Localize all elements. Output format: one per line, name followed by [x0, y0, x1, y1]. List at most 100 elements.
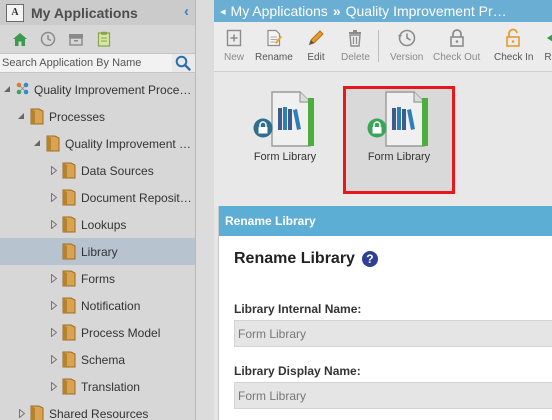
collapsed-toggle-icon[interactable] [50, 193, 58, 203]
collapsed-toggle-icon[interactable] [50, 220, 58, 230]
application-tree: Quality Improvement Proce… Processes Qua… [0, 76, 195, 420]
expanded-toggle-icon[interactable] [3, 85, 11, 95]
rename-library-dialog: Rename Library Rename Library ? Library … [218, 206, 552, 420]
breadcrumb: ◂ My Applications » Quality Improvement … [214, 0, 552, 22]
main-content: ◂ My Applications » Quality Improvement … [214, 0, 552, 420]
tree-item-document-repository[interactable]: Document Reposit… [0, 184, 195, 211]
expanded-toggle-icon[interactable] [33, 139, 41, 149]
folder-icon [62, 162, 76, 179]
tree-item-label: Lookups [81, 217, 127, 232]
tree-item-label: Notification [81, 298, 141, 313]
collapsed-toggle-icon[interactable] [50, 382, 58, 392]
breadcrumb-item-my-applications[interactable]: My Applications [231, 3, 328, 19]
search-input[interactable] [0, 54, 172, 72]
library-document-icon [253, 88, 314, 147]
archive-icon[interactable] [62, 28, 90, 50]
tree-item-library[interactable]: Library [0, 238, 195, 265]
tree-item-label: Document Reposit… [81, 190, 192, 205]
panel-title: My Applications [31, 4, 138, 21]
search-icon[interactable] [172, 53, 194, 73]
folder-icon [62, 243, 76, 260]
folder-icon [62, 324, 76, 341]
back-arrow-icon[interactable]: ◂ [220, 5, 226, 18]
tree-item-label: Processes [49, 109, 106, 124]
tree-item-process-model[interactable]: Process Model [0, 319, 195, 346]
dialog-title: Rename Library [234, 250, 355, 267]
recent-icon[interactable] [34, 28, 62, 50]
library-item-form-library-2[interactable]: Form Library [349, 88, 449, 163]
arrow-icon [543, 27, 552, 49]
folder-icon [62, 378, 76, 395]
collapse-panel-button[interactable]: ‹ [184, 3, 189, 20]
collapsed-toggle-icon[interactable] [50, 301, 58, 311]
collapsed-toggle-icon[interactable] [18, 409, 26, 419]
library-document-icon [367, 88, 428, 147]
tree-item-label: Quality Improvement Proce… [34, 82, 192, 97]
tree-item-schema[interactable]: Schema [0, 346, 195, 373]
breadcrumb-separator: » [332, 3, 341, 19]
rename-button[interactable]: Rename [255, 27, 293, 63]
search-bar [0, 53, 195, 73]
library-item-form-library-1[interactable]: Form Library [235, 88, 335, 163]
clipboard-icon[interactable] [90, 28, 118, 50]
check-in-button-label: Check In [494, 52, 534, 63]
delete-button-label: Delete [341, 52, 370, 63]
display-name-label: Library Display Name: [234, 364, 361, 378]
pencil-icon [307, 27, 325, 49]
check-out-button[interactable]: Check Out [433, 27, 480, 63]
tree-item-quality-improvement[interactable]: Quality Improvement … [0, 130, 195, 157]
folder-icon [62, 351, 76, 368]
tree-item-forms[interactable]: Forms [0, 265, 195, 292]
home-icon[interactable] [6, 28, 34, 50]
tree-item-label: Library [81, 244, 118, 259]
lock-icon [449, 27, 465, 49]
expanded-toggle-icon[interactable] [17, 112, 25, 122]
lock-badge-icon [367, 118, 387, 143]
app-logo-icon: A [6, 3, 24, 22]
collapsed-toggle-icon[interactable] [50, 355, 58, 365]
display-name-field[interactable] [234, 382, 552, 409]
folder-icon [30, 405, 44, 420]
tree-item-processes[interactable]: Processes [0, 103, 195, 130]
collapsed-toggle-icon[interactable] [50, 166, 58, 176]
tree-item-notification[interactable]: Notification [0, 292, 195, 319]
delete-button[interactable]: Delete [341, 27, 370, 63]
collapsed-toggle-icon[interactable] [50, 328, 58, 338]
dialog-title-row: Rename Library ? [234, 250, 378, 268]
version-button-label: Version [390, 52, 424, 63]
new-button[interactable]: New [224, 27, 244, 63]
folder-icon [30, 108, 44, 125]
applications-panel: A My Applications ‹ Quality Improve [0, 0, 196, 420]
r-button[interactable]: R [543, 27, 552, 63]
breadcrumb-item-current[interactable]: Quality Improvement Pr… [346, 3, 507, 19]
lock-badge-icon [253, 118, 273, 143]
folder-icon [62, 270, 76, 287]
library-item-caption: Form Library [253, 151, 317, 163]
rename-icon [266, 27, 282, 49]
internal-name-field[interactable] [234, 320, 552, 347]
collapsed-toggle-icon[interactable] [50, 274, 58, 284]
version-button[interactable]: Version [390, 27, 423, 63]
tree-item-shared-resources[interactable]: Shared Resources [0, 400, 195, 420]
tree-item-label: Shared Resources [49, 406, 149, 420]
edit-button-label: Edit [307, 52, 325, 63]
check-in-button[interactable]: Check In [494, 27, 533, 63]
tree-item-translation[interactable]: Translation [0, 373, 195, 400]
edit-button[interactable]: Edit [307, 27, 325, 63]
help-icon[interactable]: ? [361, 251, 378, 267]
rename-button-label: Rename [255, 52, 293, 63]
folder-icon [46, 135, 60, 152]
tree-item-quality-improvement-process[interactable]: Quality Improvement Proce… [0, 76, 195, 103]
r-button-label: R [544, 52, 552, 63]
applications-panel-header: A My Applications ‹ [0, 0, 195, 25]
tree-item-data-sources[interactable]: Data Sources [0, 157, 195, 184]
new-button-label: New [224, 52, 245, 63]
tree-item-label: Schema [81, 352, 126, 367]
tree-item-label: Data Sources [81, 163, 154, 178]
trash-icon [347, 27, 363, 49]
toolbar-divider [378, 30, 379, 62]
new-icon [226, 27, 242, 49]
internal-name-label: Library Internal Name: [234, 302, 362, 316]
tree-item-lookups[interactable]: Lookups [0, 211, 195, 238]
folder-icon [62, 297, 76, 314]
